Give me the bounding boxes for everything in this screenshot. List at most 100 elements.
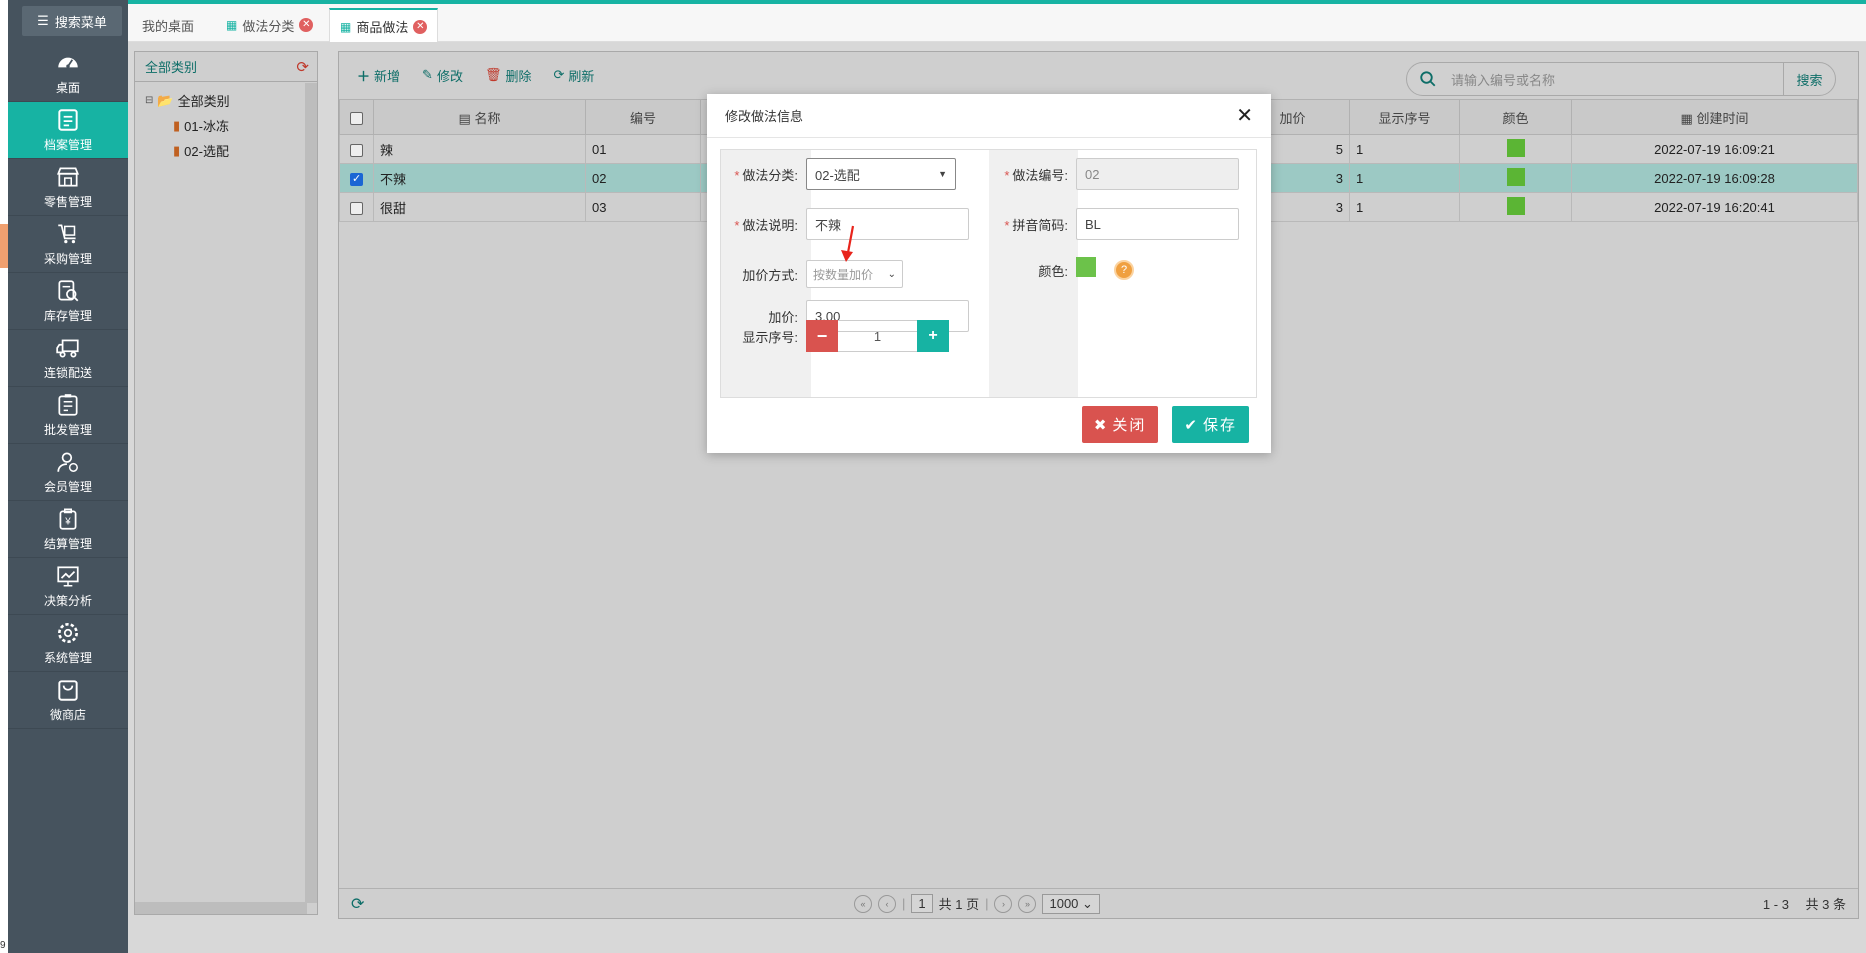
left-edge-strip: 9 <box>0 0 8 953</box>
total-pages: 共 1 页 <box>938 897 980 912</box>
tab-label: 做法分类 <box>242 18 295 34</box>
markup-mode-label: 加价方式: <box>742 267 798 283</box>
search-input[interactable]: 请输入编号或名称 <box>1407 70 1783 89</box>
close-button-label: 关闭 <box>1112 417 1147 434</box>
desc-field[interactable]: 不辣 <box>806 208 969 240</box>
desc-label-text: 做法说明: <box>742 217 798 233</box>
table-icon: ▦ <box>226 18 238 32</box>
sidebar-item-microshop[interactable]: 微商店 <box>8 672 128 729</box>
cell-name[interactable]: 很甜 <box>373 192 586 222</box>
sidebar-item-analysis[interactable]: 决策分析 <box>8 558 128 615</box>
row-select[interactable] <box>339 163 374 193</box>
col-name-label: 名称 <box>474 110 501 126</box>
save-button[interactable]: ✔ 保存 <box>1172 406 1249 443</box>
col-color[interactable]: 颜色 <box>1459 99 1572 135</box>
sidebar-item-wholesale[interactable]: 批发管理 <box>8 387 128 444</box>
refresh-icon[interactable]: ⟳ <box>296 58 309 76</box>
cell-name[interactable]: 不辣 <box>373 163 586 193</box>
pinyin-field[interactable]: BL <box>1076 208 1239 240</box>
sidebar-item-desktop[interactable]: 桌面 <box>8 45 128 102</box>
markup-mode-select[interactable]: 按数量加价 ⌄ <box>806 260 903 288</box>
tab-close-icon[interactable]: ✕ <box>413 19 428 34</box>
cell-name[interactable]: 辣 <box>373 134 586 164</box>
last-page-icon[interactable]: » <box>1018 894 1037 913</box>
search-button[interactable]: 搜索 <box>1783 63 1835 95</box>
edit-icon: ✎ <box>422 67 433 82</box>
tab-my-desktop[interactable]: 我的桌面 <box>132 8 204 42</box>
row-checkbox[interactable] <box>350 143 363 157</box>
gear-icon <box>58 623 78 643</box>
page-number-input[interactable]: 1 <box>911 894 933 913</box>
color-picker-swatch[interactable] <box>1076 257 1096 277</box>
cell-color <box>1459 192 1572 222</box>
color-swatch <box>1506 167 1525 186</box>
archive-icon <box>58 109 78 131</box>
tree-item[interactable]: ▮ 01-冰冻 <box>145 113 317 138</box>
tab-close-icon[interactable]: ✕ <box>299 18 314 32</box>
increment-button[interactable]: + <box>917 320 949 352</box>
sidebar-item-label: 库存管理 <box>43 309 92 323</box>
horizontal-scrollbar[interactable] <box>135 902 307 914</box>
pager-controls: « ‹ | 1 共 1 页 | › » 1000 ⌄ <box>854 893 1100 914</box>
row-checkbox[interactable] <box>350 172 363 186</box>
code-label: * 做法编号: <box>1004 167 1068 183</box>
help-icon[interactable]: ? <box>1114 260 1134 280</box>
refresh-button[interactable]: ⟳ 刷新 <box>553 66 594 85</box>
analysis-icon <box>57 566 79 587</box>
field-category-row: * 做法分类: 02-选配 ▼ <box>721 158 956 190</box>
sidebar-item-member[interactable]: 会员管理 <box>8 444 128 501</box>
tree-item-label: 01-冰冻 <box>184 119 229 134</box>
edit-button[interactable]: ✎ 修改 <box>422 66 463 85</box>
cell-color <box>1459 134 1572 164</box>
row-select[interactable] <box>339 134 374 164</box>
col-order[interactable]: 显示序号 <box>1349 99 1460 135</box>
collapse-icon[interactable]: ⊟ <box>145 95 153 106</box>
category-label: * 做法分类: <box>734 167 798 183</box>
code-field: 02 <box>1076 158 1239 190</box>
next-page-icon[interactable]: › <box>994 894 1013 913</box>
field-color-row: 颜色: ? <box>991 257 1134 280</box>
prev-page-icon[interactable]: ‹ <box>878 894 896 913</box>
decrement-button[interactable]: − <box>806 320 838 352</box>
row-checkbox[interactable] <box>350 201 363 215</box>
col-code[interactable]: 编号 <box>585 99 701 135</box>
sidebar-item-system[interactable]: 系统管理 <box>8 615 128 672</box>
edge-marker <box>0 224 8 268</box>
close-icon[interactable]: ✕ <box>1236 103 1253 128</box>
first-page-icon[interactable]: « <box>854 894 872 913</box>
cell-created: 2022-07-19 16:09:28 <box>1571 163 1858 193</box>
select-all-checkbox[interactable] <box>350 111 363 125</box>
tree-root-label: 全部类别 <box>177 94 230 109</box>
sidebar-item-archive[interactable]: 档案管理 <box>8 102 128 159</box>
close-button[interactable]: ✖ 关闭 <box>1081 406 1159 443</box>
sidebar-item-purchase[interactable]: 采购管理 <box>8 216 128 273</box>
sidebar-item-settlement[interactable]: ¥ 结算管理 <box>8 501 128 558</box>
pager-divider: | <box>902 896 906 911</box>
sidebar-item-retail[interactable]: 零售管理 <box>8 159 128 216</box>
search-menu-button[interactable]: ☰ 搜索菜单 <box>22 6 122 36</box>
refresh-icon[interactable]: ⟳ <box>351 894 364 914</box>
row-select[interactable] <box>339 192 374 222</box>
category-panel-title: 全部类别 <box>145 60 198 75</box>
order-field[interactable]: 1 <box>838 320 917 352</box>
sidebar-item-distribution[interactable]: 连锁配送 <box>8 330 128 387</box>
delete-button[interactable]: 🗑 删除 <box>485 66 532 85</box>
add-button[interactable]: ＋新增 <box>357 66 400 85</box>
tab-product-method[interactable]: ▦ 商品做法 ✕ <box>329 8 439 43</box>
tree-root[interactable]: ⊟ 📂 全部类别 <box>145 88 317 113</box>
tree-item[interactable]: ▮ 02-选配 <box>145 138 317 163</box>
cell-order: 1 <box>1349 163 1460 193</box>
pagination: ⟳ « ‹ | 1 共 1 页 | › » 1000 ⌄ 1 - 3 共 3 条 <box>339 888 1858 918</box>
cell-color <box>1459 163 1572 193</box>
category-select[interactable]: 02-选配 ▼ <box>806 158 956 190</box>
color-swatch <box>1506 196 1525 215</box>
tab-method-category[interactable]: ▦ 做法分类 ✕ <box>216 8 323 42</box>
order-stepper: − 1 + <box>806 320 949 352</box>
vertical-scrollbar[interactable] <box>305 83 317 903</box>
sidebar-item-inventory[interactable]: 库存管理 <box>8 273 128 330</box>
page-size-select[interactable]: 1000 ⌄ <box>1042 893 1100 914</box>
tree-item-label: 02-选配 <box>184 144 229 159</box>
col-name[interactable]: ▤ 名称 <box>373 99 586 135</box>
col-created[interactable]: ▦ 创建时间 <box>1571 99 1858 135</box>
category-panel: 全部类别 ⟳ ⊟ 📂 全部类别 ▮ 01-冰冻 ▮ 02-选配 <box>134 51 318 915</box>
